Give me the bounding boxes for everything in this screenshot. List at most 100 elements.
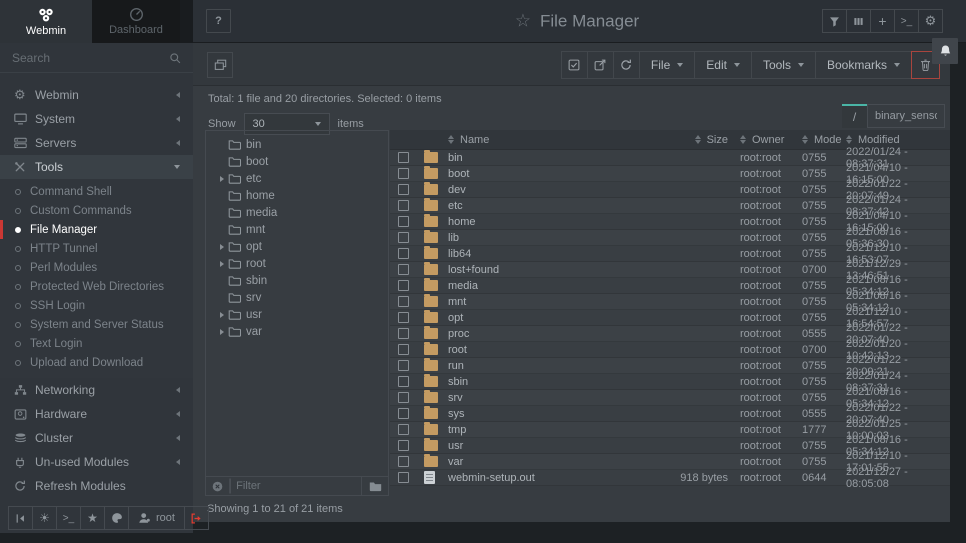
cell-name[interactable]: lost+found [448,264,664,276]
edit-menu-button[interactable]: Edit [694,51,752,79]
tree-item-mnt[interactable]: mnt [206,221,388,238]
sidebar-item-un-used-modules[interactable]: Un-used Modules [0,450,193,474]
theme-palette-button[interactable] [104,506,129,530]
row-checkbox[interactable] [398,472,409,483]
row-checkbox[interactable] [398,408,409,419]
sidebar-subitem-file-manager[interactable]: File Manager [0,220,193,239]
cell-name[interactable]: mnt [448,296,664,308]
sidebar-item-cluster[interactable]: Cluster [0,426,193,450]
expand-arrow-icon[interactable] [215,244,228,250]
cell-name[interactable]: lib64 [448,248,664,260]
row-checkbox[interactable] [398,424,409,435]
columns-button[interactable] [846,9,871,33]
cell-name[interactable]: proc [448,328,664,340]
row-checkbox[interactable] [398,312,409,323]
row-checkbox[interactable] [398,296,409,307]
cell-name[interactable]: run [448,360,664,372]
sidebar-item-hardware[interactable]: Hardware [0,402,193,426]
select-view-button[interactable] [207,52,233,78]
tab-dashboard[interactable]: Dashboard [92,0,180,43]
sidebar-subitem-http-tunnel[interactable]: HTTP Tunnel [0,239,193,258]
favorites-button[interactable]: ★ [80,506,105,530]
tree-item-var[interactable]: var [206,323,388,340]
breadcrumb-root[interactable]: / [842,104,867,128]
sidebar-subitem-text-login[interactable]: Text Login [0,334,193,353]
header-name[interactable]: Name [448,134,664,146]
select-all-button[interactable] [561,51,588,79]
cell-name[interactable]: boot [448,168,664,180]
row-checkbox[interactable] [398,248,409,259]
favorite-star-icon[interactable]: ☆ [515,11,531,32]
cell-name[interactable]: bin [448,152,664,164]
header-owner[interactable]: Owner [734,134,802,146]
refresh-button[interactable] [613,51,640,79]
tree-item-media[interactable]: media [206,204,388,221]
cell-name[interactable]: srv [448,392,664,404]
tree-folder-button[interactable] [361,477,382,495]
row-checkbox[interactable] [398,168,409,179]
sidebar-item-system[interactable]: System [0,107,193,131]
sidebar-subitem-command-shell[interactable]: Command Shell [0,182,193,201]
cell-name[interactable]: sbin [448,376,664,388]
row-checkbox[interactable] [398,216,409,227]
row-checkbox[interactable] [398,184,409,195]
collapse-sidebar-button[interactable] [8,506,33,530]
sidebar-item-refresh-modules[interactable]: Refresh Modules [0,474,193,498]
cell-name[interactable]: etc [448,200,664,212]
header-size[interactable]: Size [664,134,734,146]
sidebar-search-input[interactable] [12,51,169,65]
row-checkbox[interactable] [398,232,409,243]
row-checkbox[interactable] [398,376,409,387]
sidebar-subitem-system-and-server-status[interactable]: System and Server Status [0,315,193,334]
tools-menu-button[interactable]: Tools [751,51,816,79]
row-checkbox[interactable] [398,280,409,291]
sidebar-subitem-ssh-login[interactable]: SSH Login [0,296,193,315]
shell-button[interactable]: >_ [56,506,81,530]
sidebar-item-networking[interactable]: Networking [0,378,193,402]
table-row-webmin-setup-out[interactable]: webmin-setup.out918 bytesroot:root064420… [390,470,950,486]
theme-brightness-button[interactable]: ☀ [32,506,57,530]
logout-button[interactable] [184,506,209,530]
sidebar-item-servers[interactable]: Servers [0,131,193,155]
row-checkbox[interactable] [398,360,409,371]
file-menu-button[interactable]: File [639,51,695,79]
bookmarks-menu-button[interactable]: Bookmarks [815,51,912,79]
sidebar-item-webmin[interactable]: ⚙Webmin [0,83,193,107]
row-checkbox[interactable] [398,456,409,467]
tree-item-boot[interactable]: boot [206,153,388,170]
sidebar-subitem-custom-commands[interactable]: Custom Commands [0,201,193,220]
row-checkbox[interactable] [398,440,409,451]
header-mode[interactable]: Mode [802,134,846,146]
row-checkbox[interactable] [398,328,409,339]
tree-item-root[interactable]: root [206,255,388,272]
tab-webmin[interactable]: Webmin [0,0,92,43]
expand-arrow-icon[interactable] [215,176,228,182]
tree-item-sbin[interactable]: sbin [206,272,388,289]
cell-name[interactable]: tmp [448,424,664,436]
user-button[interactable]: root [128,506,185,530]
cell-name[interactable]: lib [448,232,664,244]
cell-name[interactable]: usr [448,440,664,452]
cell-name[interactable]: webmin-setup.out [448,472,664,484]
row-checkbox[interactable] [398,200,409,211]
tree-item-bin[interactable]: bin [206,136,388,153]
header-modified[interactable]: Modified [846,134,950,146]
help-button[interactable]: ? [206,9,231,33]
sidebar-subitem-perl-modules[interactable]: Perl Modules [0,258,193,277]
tree-item-etc[interactable]: etc [206,170,388,187]
row-checkbox[interactable] [398,392,409,403]
cell-name[interactable]: root [448,344,664,356]
tree-item-home[interactable]: home [206,187,388,204]
clear-filter-icon[interactable] [212,481,223,492]
notifications-tab[interactable] [932,38,958,64]
create-button[interactable]: + [870,9,895,33]
tree-item-usr[interactable]: usr [206,306,388,323]
cell-name[interactable]: home [448,216,664,228]
sidebar-item-tools[interactable]: Tools [0,155,193,179]
tree-filter-input[interactable] [236,480,357,492]
row-checkbox[interactable] [398,152,409,163]
filter-button[interactable] [822,9,847,33]
cell-name[interactable]: opt [448,312,664,324]
cell-name[interactable]: media [448,280,664,292]
expand-arrow-icon[interactable] [215,329,228,335]
